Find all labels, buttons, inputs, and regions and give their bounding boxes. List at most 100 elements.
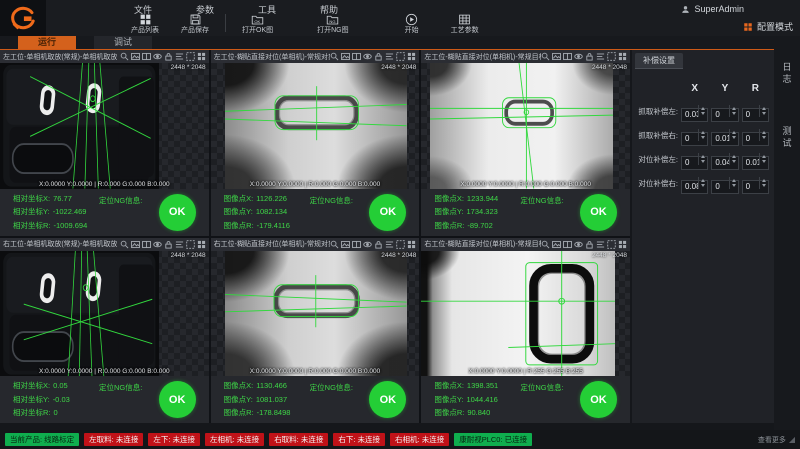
camera-image-viewport[interactable]: 2448 * 2048 X:0.0000 Y:0.0000 | R:0.000 …	[0, 63, 209, 189]
image-icon[interactable]	[341, 240, 350, 249]
compensation-tab[interactable]: 补偿设置	[635, 53, 683, 69]
eye-icon[interactable]	[153, 240, 162, 249]
roi-icon[interactable]	[607, 240, 616, 249]
stepper-arrows[interactable]	[698, 177, 707, 189]
stepper-arrows[interactable]	[759, 129, 768, 141]
metrics: 图像点X:1233.944 图像点Y:1734.323 图像点R:-89.702	[434, 192, 498, 233]
zoom-icon[interactable]	[541, 240, 550, 249]
roi-icon[interactable]	[186, 240, 195, 249]
tab-run[interactable]: 运行	[18, 36, 76, 49]
eye-icon[interactable]	[363, 52, 372, 61]
side-tab-strip: 日志 测试	[774, 36, 800, 430]
roi-icon[interactable]	[396, 52, 405, 61]
tab-debug[interactable]: 调试	[94, 36, 152, 49]
stepper-arrows[interactable]	[729, 129, 738, 141]
image-icon[interactable]	[552, 240, 561, 249]
metric-value: 1398.351	[467, 381, 498, 390]
camera-image-viewport[interactable]: 2448 * 2048 X:0.0000 Y:0.0000 | R:0.000 …	[211, 63, 420, 189]
stepper-arrows[interactable]	[698, 105, 707, 117]
image-icon[interactable]	[341, 52, 350, 61]
product-save-button[interactable]: 产品保存	[181, 13, 209, 35]
camera-image-viewport[interactable]: 2448 * 2048 X:0.0000 Y:0.0000 | R:0.000 …	[421, 63, 630, 189]
lock-icon[interactable]	[585, 240, 594, 249]
lock-icon[interactable]	[585, 52, 594, 61]
roi-icon[interactable]	[396, 240, 405, 249]
camera-panel-1: 左工位-单相机取放(常规)-单相机取放	[0, 50, 209, 236]
eye-icon[interactable]	[574, 240, 583, 249]
row-label: 对位补偿左:	[634, 154, 678, 165]
image-icon[interactable]	[131, 52, 140, 61]
resize-grip-icon[interactable]: ◢	[789, 436, 795, 444]
button-label: 工艺参数	[451, 27, 479, 35]
zoom-icon[interactable]	[330, 52, 339, 61]
open-ok-image-button[interactable]: 打开OK图	[242, 13, 273, 35]
stepper-arrows[interactable]	[698, 153, 707, 165]
lock-icon[interactable]	[164, 240, 173, 249]
vision-overlay	[225, 63, 407, 189]
camera-photo	[0, 251, 159, 377]
grid-icon[interactable]	[407, 52, 416, 61]
zoom-icon[interactable]	[120, 240, 129, 249]
image-icon[interactable]	[131, 240, 140, 249]
stepper-arrows[interactable]	[729, 177, 738, 189]
user-menu[interactable]: SuperAdmin	[681, 4, 744, 14]
statusbar-corner[interactable]: 查看更多 ◢	[758, 435, 795, 445]
config-mode-button[interactable]: 配置模式	[743, 20, 793, 33]
button-label: 产品保存	[181, 27, 209, 35]
eye-icon[interactable]	[574, 52, 583, 61]
stepper-arrows[interactable]	[759, 153, 768, 165]
status-right-down: 右下: 未连接	[333, 433, 385, 446]
metric-value: -179.4116	[257, 221, 290, 230]
camera-grid: 左工位-单相机取放(常规)-单相机取放	[0, 50, 630, 423]
view-more-link[interactable]: 查看更多	[758, 435, 786, 445]
open-ng-image-button[interactable]: 打开NG图	[317, 13, 349, 35]
stepper-arrows[interactable]	[759, 105, 768, 117]
panel-title: 左工位-糊贴直接对位(单相机)-常规对象定位	[214, 52, 331, 62]
grid-icon[interactable]	[618, 52, 627, 61]
stepper-arrows[interactable]	[698, 129, 707, 141]
metric-label: 图像点X:	[434, 194, 464, 203]
list-icon[interactable]	[175, 240, 184, 249]
zoom-icon[interactable]	[120, 52, 129, 61]
product-list-button[interactable]: 产品列表	[131, 13, 159, 35]
list-icon[interactable]	[175, 52, 184, 61]
one-to-one-icon[interactable]	[142, 52, 151, 61]
stepper-arrows[interactable]	[729, 105, 738, 117]
folder-ok-icon	[251, 13, 264, 26]
grid-icon[interactable]	[618, 240, 627, 249]
lock-icon[interactable]	[374, 52, 383, 61]
stepper-arrows[interactable]	[759, 177, 768, 189]
one-to-one-icon[interactable]	[142, 240, 151, 249]
eye-icon[interactable]	[363, 240, 372, 249]
one-to-one-icon[interactable]	[563, 52, 572, 61]
stepper-arrows[interactable]	[729, 153, 738, 165]
compensation-row-align-left: 对位补偿左:	[632, 152, 774, 166]
list-icon[interactable]	[596, 52, 605, 61]
grid-icon[interactable]	[197, 240, 206, 249]
one-to-one-icon[interactable]	[563, 240, 572, 249]
start-button[interactable]: 开始	[405, 13, 419, 35]
camera-image-viewport[interactable]: 2448 * 2048 X:0.0000 Y:0.0000 | R:0.000 …	[211, 251, 420, 377]
camera-image-viewport[interactable]: 2448 * 2048 X:0.0000 Y:0.0000 | R:0.000 …	[0, 251, 209, 377]
one-to-one-icon[interactable]	[352, 52, 361, 61]
one-to-one-icon[interactable]	[352, 240, 361, 249]
roi-icon[interactable]	[186, 52, 195, 61]
image-icon[interactable]	[552, 52, 561, 61]
grid-icon[interactable]	[197, 52, 206, 61]
list-icon[interactable]	[385, 52, 394, 61]
status-left-pick: 左取料: 未连接	[84, 433, 143, 446]
lock-icon[interactable]	[374, 240, 383, 249]
grid-icon[interactable]	[407, 240, 416, 249]
row-label: 抓取补偿右:	[634, 130, 678, 141]
eye-icon[interactable]	[153, 52, 162, 61]
side-tab-test[interactable]: 测试	[781, 126, 794, 150]
zoom-icon[interactable]	[541, 52, 550, 61]
roi-icon[interactable]	[607, 52, 616, 61]
side-tab-log[interactable]: 日志	[781, 62, 794, 86]
camera-image-viewport[interactable]: 2448 * 2048 X:0.0000 Y:0.0000 | R:255 G:…	[421, 251, 630, 377]
zoom-icon[interactable]	[330, 240, 339, 249]
list-icon[interactable]	[596, 240, 605, 249]
process-params-button[interactable]: 工艺参数	[451, 13, 479, 35]
list-icon[interactable]	[385, 240, 394, 249]
lock-icon[interactable]	[164, 52, 173, 61]
